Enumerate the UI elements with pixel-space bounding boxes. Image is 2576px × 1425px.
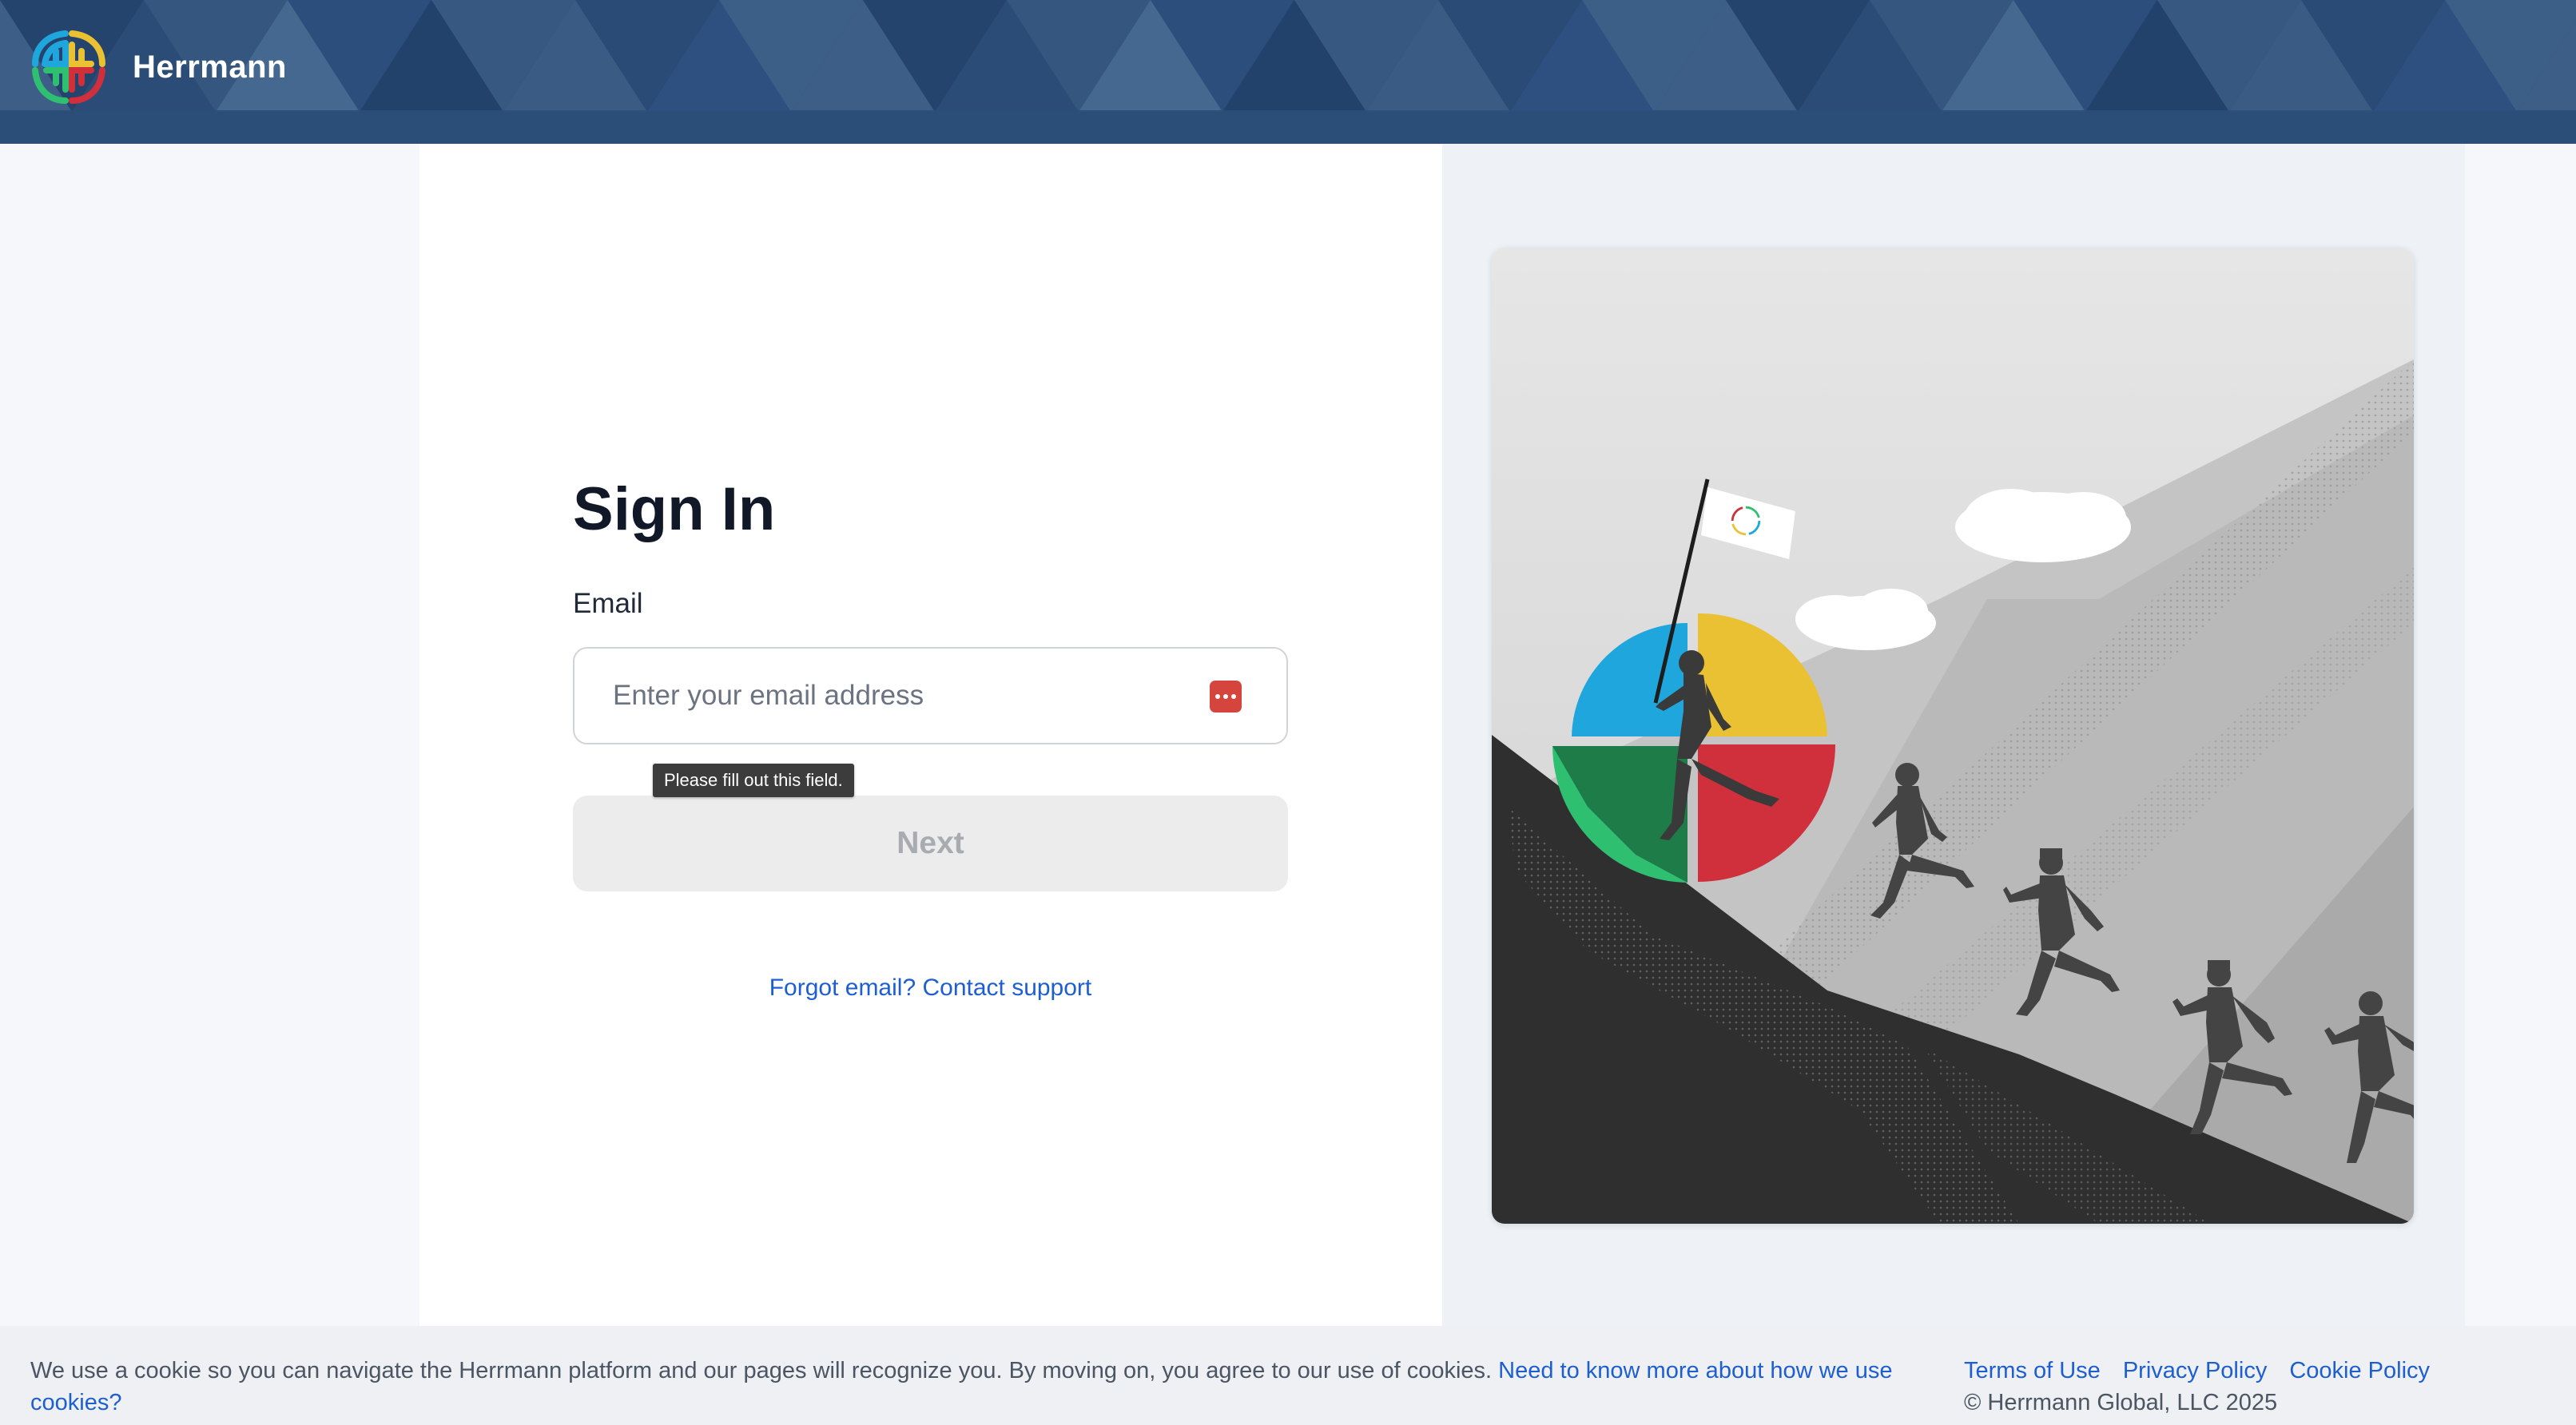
contact-support-link[interactable]: Forgot email? Contact support [573, 974, 1288, 1002]
email-field-wrapper: Please fill out this field. [573, 647, 1288, 797]
validation-tooltip: Please fill out this field. [653, 764, 854, 797]
header-triangle-pattern [0, 0, 2576, 144]
password-manager-key-icon[interactable] [1210, 681, 1242, 712]
herrmann-logo-icon [32, 30, 105, 104]
brand-name: Herrmann [133, 49, 287, 85]
top-header: Herrmann [0, 0, 2576, 144]
copyright: © Herrmann Global, LLC 2025 [1964, 1390, 2278, 1415]
page-title: Sign In [573, 475, 776, 543]
hero-illustration [1492, 248, 2414, 1224]
next-button[interactable]: Next [573, 796, 1288, 891]
signin-form: Sign In Email Please fill out this field… [573, 479, 1288, 1002]
cookie-message: We use a cookie so you can navigate the … [30, 1355, 1900, 1419]
footer-links: Terms of Use Privacy Policy Cookie Policy [1964, 1355, 2452, 1387]
email-input[interactable] [574, 649, 1286, 743]
illustration-panel [1442, 144, 2465, 1326]
cookie-message-text: We use a cookie so you can navigate the … [30, 1358, 1493, 1383]
brand[interactable]: Herrmann [29, 27, 287, 107]
terms-of-use-link[interactable]: Terms of Use [1964, 1358, 2101, 1383]
cookie-policy-link[interactable]: Cookie Policy [2289, 1358, 2430, 1383]
cookie-banner: We use a cookie so you can navigate the … [0, 1326, 2576, 1425]
signin-panel: Sign In Email Please fill out this field… [419, 144, 1442, 1326]
privacy-policy-link[interactable]: Privacy Policy [2123, 1358, 2268, 1383]
email-label: Email [573, 588, 643, 619]
